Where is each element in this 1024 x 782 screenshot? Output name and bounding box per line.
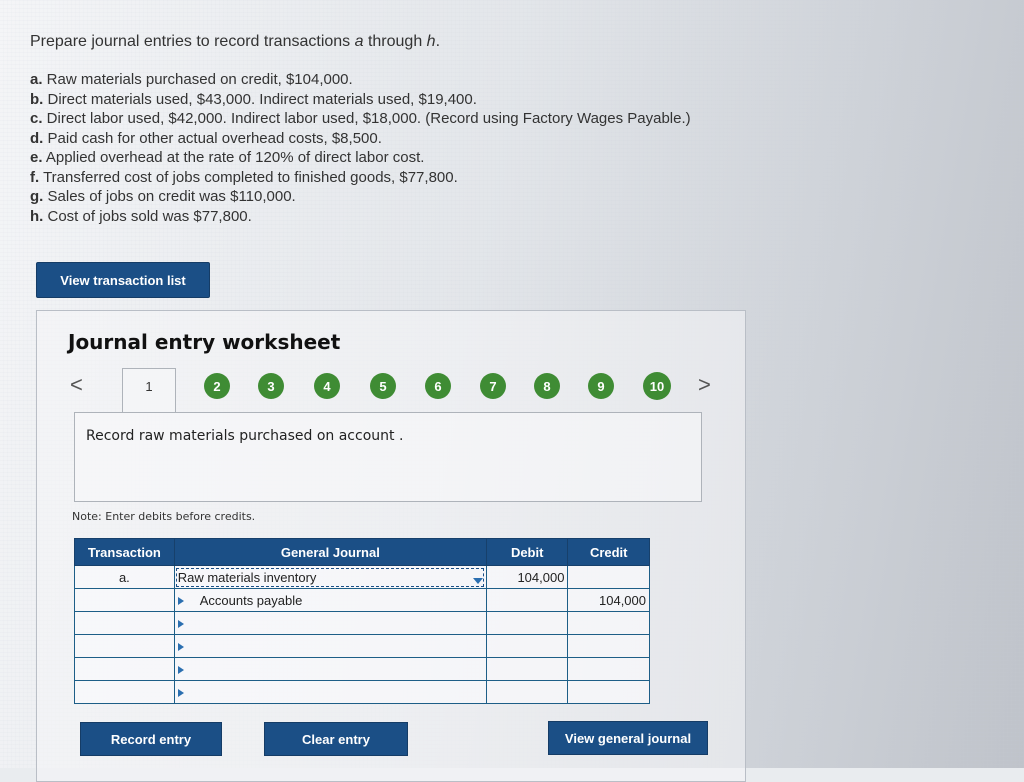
view-transaction-list-button[interactable]: View transaction list: [36, 262, 210, 298]
account-select[interactable]: Raw materials inventory: [173, 565, 487, 589]
transaction-cell[interactable]: [74, 657, 175, 681]
header-transaction: Transaction: [74, 538, 175, 566]
heading-prefix: Prepare journal entries to record transa…: [30, 33, 355, 50]
table-row: [74, 611, 650, 635]
account-select[interactable]: Accounts payable: [173, 588, 487, 612]
dropdown-arrow-icon[interactable]: [472, 577, 483, 584]
step-2-button[interactable]: 2: [204, 373, 230, 399]
account-select[interactable]: [173, 611, 487, 635]
transaction-cell[interactable]: [74, 588, 175, 612]
table-row: [74, 657, 650, 681]
transaction-item: e. Applied overhead at the rate of 120% …: [30, 149, 425, 166]
heading-middle: through: [363, 33, 427, 50]
record-entry-button[interactable]: Record entry: [80, 722, 222, 756]
transaction-cell[interactable]: a.: [74, 565, 175, 589]
transaction-cell[interactable]: [74, 611, 175, 635]
next-step-chevron-icon[interactable]: >: [698, 372, 711, 398]
worksheet-title: Journal entry worksheet: [68, 330, 341, 354]
transaction-cell[interactable]: [74, 680, 175, 704]
heading-suffix: .: [435, 33, 441, 50]
step-10-button[interactable]: 10: [643, 372, 671, 400]
step-6-button[interactable]: 6: [425, 373, 451, 399]
step-5-button[interactable]: 5: [370, 373, 396, 399]
view-general-journal-button[interactable]: View general journal: [548, 721, 708, 755]
header-credit: Credit: [567, 538, 650, 566]
transaction-item: g. Sales of jobs on credit was $110,000.: [30, 188, 296, 205]
step-4-button[interactable]: 4: [314, 373, 340, 399]
credit-input[interactable]: [567, 611, 650, 635]
table-header-row: Transaction General Journal Debit Credit: [74, 538, 650, 566]
account-select[interactable]: [173, 657, 487, 681]
instructions-heading: Prepare journal entries to record transa…: [30, 33, 440, 51]
debit-input[interactable]: [485, 657, 569, 681]
table-row: Accounts payable 104,000: [74, 588, 650, 612]
table-row: [74, 634, 650, 658]
instruction-box: [74, 412, 702, 502]
heading-h: h: [426, 33, 436, 50]
row-marker-icon: [177, 689, 184, 698]
instruction-text: Record raw materials purchased on accoun…: [86, 428, 404, 444]
transaction-item: h. Cost of jobs sold was $77,800.: [30, 207, 252, 225]
previous-step-chevron-icon[interactable]: <: [70, 372, 83, 398]
transaction-item: c. Direct labor used, $42,000. Indirect …: [30, 110, 691, 127]
transaction-item: f. Transferred cost of jobs completed to…: [30, 168, 458, 186]
transaction-item: d. Paid cash for other actual overhead c…: [30, 129, 382, 147]
row-marker-icon: [177, 643, 184, 652]
step-3-button[interactable]: 3: [258, 373, 284, 399]
credit-input[interactable]: [567, 680, 650, 704]
row-marker-icon: [177, 666, 184, 675]
debit-credit-note: Note: Enter debits before credits.: [72, 510, 256, 523]
debit-input[interactable]: [485, 588, 569, 612]
row-marker-icon: [177, 597, 184, 606]
transaction-item: a. Raw materials purchased on credit, $1…: [30, 71, 353, 88]
credit-input[interactable]: 104,000: [567, 588, 650, 612]
credit-input[interactable]: [567, 634, 650, 658]
header-general-journal: General Journal: [173, 538, 487, 566]
debit-input[interactable]: [485, 611, 569, 635]
debit-input[interactable]: [485, 634, 569, 658]
table-row: [74, 680, 650, 704]
screen-background: Prepare journal entries to record transa…: [0, 0, 1024, 782]
journal-entry-table: Transaction General Journal Debit Credit…: [74, 538, 650, 704]
credit-input[interactable]: [567, 565, 650, 589]
step-8-button[interactable]: 8: [534, 373, 560, 399]
step-7-button[interactable]: 7: [480, 373, 506, 399]
clear-entry-button[interactable]: Clear entry: [264, 722, 408, 756]
account-select[interactable]: [173, 680, 487, 704]
table-row: a. Raw materials inventory 104,000: [74, 565, 650, 589]
credit-input[interactable]: [567, 657, 650, 681]
step-9-button[interactable]: 9: [588, 373, 614, 399]
account-value: Accounts payable: [199, 592, 303, 608]
heading-a: a: [354, 33, 364, 50]
transaction-cell[interactable]: [74, 634, 175, 658]
transaction-list: a. Raw materials purchased on credit, $1…: [30, 70, 691, 226]
transaction-item: b. Direct materials used, $43,000. Indir…: [30, 90, 477, 108]
row-marker-icon: [177, 620, 184, 629]
debit-input[interactable]: [485, 680, 569, 704]
account-select[interactable]: [173, 634, 487, 658]
header-debit: Debit: [485, 538, 569, 566]
step-tab-1[interactable]: 1: [122, 368, 176, 413]
debit-input[interactable]: 104,000: [485, 565, 569, 589]
account-value: Raw materials inventory: [177, 569, 317, 585]
